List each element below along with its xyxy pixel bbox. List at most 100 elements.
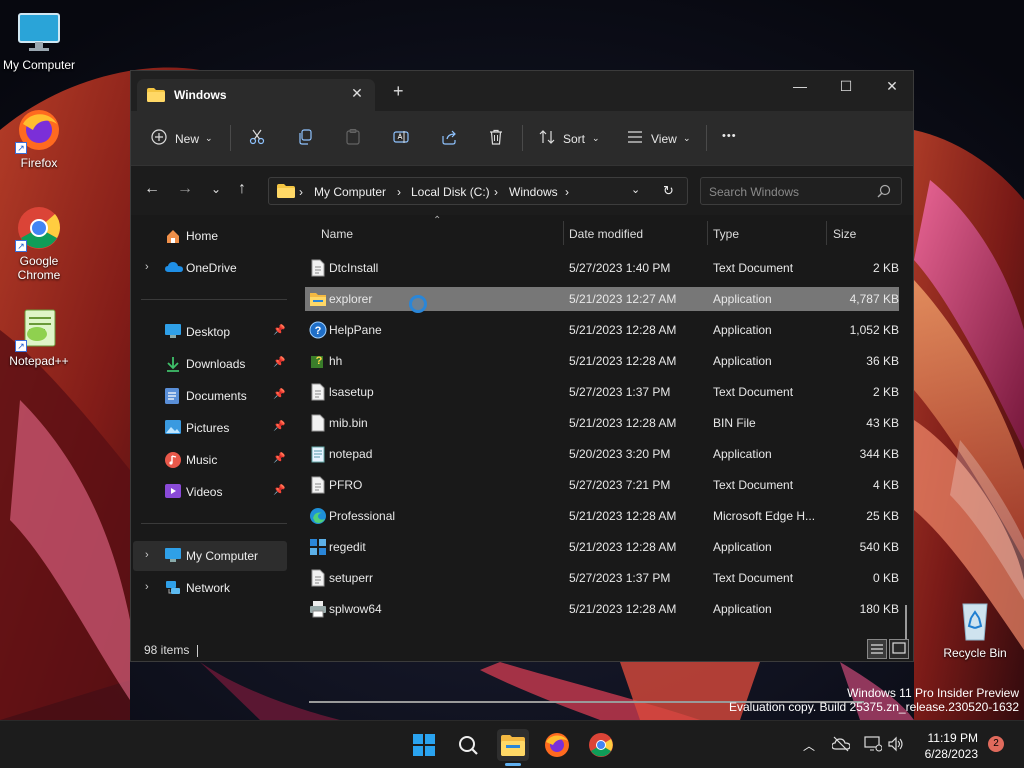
network-status-icon[interactable] [864,736,883,755]
column-divider[interactable] [707,221,708,245]
clock-time: 11:19 PM [927,731,978,745]
desktop-icon-notepadpp[interactable]: ↗ Notepad++ [1,304,77,368]
column-header-size[interactable]: Size [833,227,856,241]
tab-windows[interactable]: Windows ✕ [137,79,375,111]
copy-button[interactable] [297,126,317,150]
file-row[interactable]: Professional 5/21/2023 12:28 AM Microsoft … [305,504,899,528]
new-tab-button[interactable]: + [393,82,404,100]
breadcrumb-separator[interactable]: › [565,185,569,199]
address-dropdown-icon[interactable]: ⌄ [631,183,640,196]
breadcrumb-my-computer[interactable]: My Computer [314,185,386,199]
file-row[interactable]: PFRO 5/27/2023 7:21 PM Text Document 4 KB [305,473,899,497]
forward-button[interactable]: → [177,180,193,198]
command-bar: New ⌄ Sort ⌄ View ⌄ ••• [131,111,913,165]
nav-item-label: Desktop [186,325,231,339]
desktop-icon-recycle-bin[interactable]: Recycle Bin [937,596,1013,660]
cut-button[interactable] [249,126,269,150]
file-row[interactable]: explorer 5/21/2023 12:27 AM Application 4,7… [305,287,899,311]
file-row[interactable]: setuperr 5/27/2023 1:37 PM Text Document 0 … [305,566,899,590]
column-divider[interactable] [826,221,827,245]
pictures-icon [165,420,181,437]
taskbar-chrome[interactable] [585,729,617,761]
tab-close-icon[interactable]: ✕ [349,85,365,102]
start-button[interactable] [408,729,440,761]
up-button[interactable]: ↑ [238,180,246,198]
file-type: Application [713,540,772,554]
file-row[interactable]: splwow64 5/21/2023 12:28 AM Application 180… [305,597,899,621]
file-row[interactable]: regedit 5/21/2023 12:28 AM Application 540 … [305,535,899,559]
nav-item-documents[interactable]: Documents 📌 [133,381,287,411]
expand-chevron-icon[interactable]: › [145,261,149,273]
delete-button[interactable] [488,126,508,150]
volume-icon[interactable] [888,736,904,755]
search-button[interactable] [452,729,484,761]
minimize-button[interactable]: — [777,71,823,103]
taskbar-firefox[interactable] [541,729,573,761]
nav-item-downloads[interactable]: Downloads 📌 [133,349,287,379]
file-row[interactable]: notepad 5/20/2023 3:20 PM Application 344 K… [305,442,899,466]
paste-button[interactable] [345,126,365,150]
breadcrumb-separator[interactable]: › [299,185,303,199]
file-name: notepad [329,447,373,461]
nav-item-pictures[interactable]: Pictures 📌 [133,413,287,443]
file-date-modified: 5/21/2023 12:28 AM [569,416,677,430]
nav-item-music[interactable]: Music 📌 [133,445,287,475]
new-button[interactable]: New ⌄ [151,126,217,150]
back-button[interactable]: ← [144,180,160,198]
title-bar[interactable]: Windows ✕ + — ☐ ✕ [131,71,913,111]
busy-cursor [409,295,427,313]
file-row[interactable]: ? hh 5/21/2023 12:28 AM Application 36 KB [305,349,899,373]
column-header-type[interactable]: Type [713,227,739,241]
pin-icon: 📌 [273,421,286,432]
cloud-off-icon[interactable] [831,736,851,755]
nav-item-onedrive[interactable]: › OneDrive [133,253,287,283]
view-button[interactable]: View ⌄ [627,126,695,150]
details-view-button[interactable] [867,639,887,659]
address-bar[interactable]: › My Computer › Local Disk (C:) › Window… [268,177,688,205]
notification-badge[interactable]: 2 [988,736,1004,752]
file-name: mib.bin [329,416,368,430]
expand-chevron-icon[interactable]: › [145,549,149,561]
breadcrumb-separator[interactable]: › [397,185,401,199]
nav-item-network[interactable]: › Network [133,573,287,603]
breadcrumb-separator[interactable]: › [494,185,498,199]
file-row[interactable]: lsasetup 5/27/2023 1:37 PM Text Document 2 … [305,380,899,404]
nav-item-videos[interactable]: Videos 📌 [133,477,287,507]
file-row[interactable]: mib.bin 5/21/2023 12:28 AM BIN File 43 KB [305,411,899,435]
expand-chevron-icon[interactable]: › [145,581,149,593]
share-button[interactable] [441,126,461,150]
nav-item-desktop[interactable]: Desktop 📌 [133,317,287,347]
tiles-view-button[interactable] [889,639,909,659]
text-file-icon [309,476,327,494]
file-row[interactable]: ? HelpPane 5/21/2023 12:28 AM Application 1,… [305,318,899,342]
sort-button[interactable]: Sort ⌄ [539,126,603,150]
search-box[interactable]: Search Windows [700,177,902,205]
maximize-button[interactable]: ☐ [823,71,869,103]
taskbar: ︿ 11:19 PM 6/28/2023 [0,720,1024,768]
file-type: Text Document [713,385,794,399]
svg-text:?: ? [316,355,323,367]
home-icon [165,228,181,247]
column-header-date[interactable]: Date modified [569,227,643,241]
nav-item-label: Downloads [186,357,246,371]
file-name: Professional [329,509,396,523]
file-row[interactable]: DtcInstall 5/27/2023 1:40 PM Text Document… [305,256,899,280]
desktop-icon-chrome[interactable]: ↗ Google Chrome [1,204,77,282]
show-hidden-icons-button[interactable]: ︿ [803,737,815,754]
taskbar-file-explorer[interactable] [497,729,529,766]
nav-item-home[interactable]: Home [133,221,287,251]
nav-item-my-computer[interactable]: › My Computer [133,541,287,571]
desktop-icon-my-computer[interactable]: My Computer [1,8,77,72]
breadcrumb-windows[interactable]: Windows [509,185,558,199]
rename-button[interactable] [393,126,413,150]
more-options-button[interactable]: ••• [722,126,742,150]
file-name: DtcInstall [329,261,379,275]
column-header-name[interactable]: Name [321,227,353,241]
close-button[interactable]: ✕ [869,71,915,103]
desktop-icon-firefox[interactable]: ↗ Firefox [1,106,77,170]
recent-locations-button[interactable]: ⌄ [211,182,221,196]
refresh-icon[interactable]: ↻ [663,183,674,199]
system-clock[interactable]: 11:19 PM 6/28/2023 [914,730,978,762]
breadcrumb-local-disk[interactable]: Local Disk (C:) [411,185,490,199]
column-divider[interactable] [563,221,564,245]
